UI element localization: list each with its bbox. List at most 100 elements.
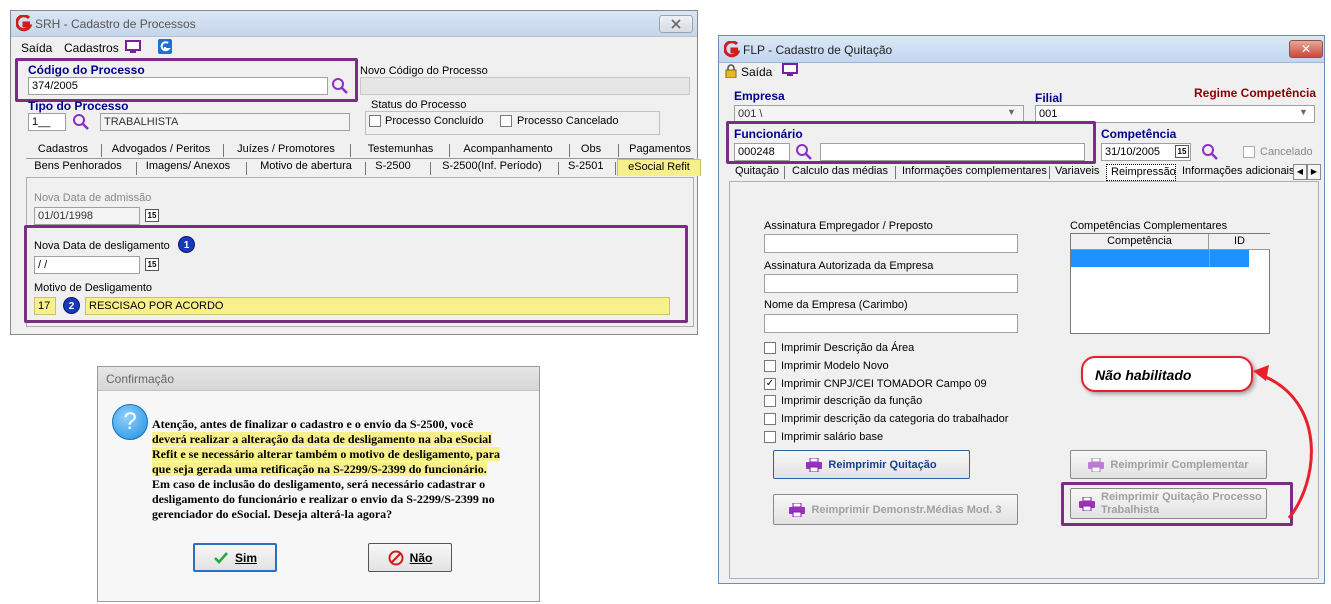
col-competencia-header[interactable]: Competência [1071,234,1209,250]
competencias-complementares-label: Competências Complementares [1070,220,1228,232]
filial-dropdown-icon[interactable]: ▼ [1299,107,1308,117]
chk-cnpj-tomador-label: Imprimir CNPJ/CEI TOMADOR Campo 09 [781,378,987,390]
empresa-dropdown-icon[interactable]: ▼ [1007,107,1016,117]
processo-cancelado-checkbox[interactable] [500,115,512,127]
chk-categoria-trabalhador-label: Imprimir descrição da categoria do traba… [781,413,1009,425]
flp-window: FLP - Cadastro de Quitação ✕ Saída Empre… [718,35,1325,584]
competencia-label: Competência [1101,127,1177,141]
srh-tabs-row1: Cadastros Advogados / Peritos Juízes / P… [28,142,693,159]
sim-label: Sim [234,550,257,565]
tab-scroll-left-button[interactable]: ◀ [1293,164,1307,180]
chk-modelo-novo-label: Imprimir Modelo Novo [781,360,889,372]
empresa-label: Empresa [734,89,785,103]
app-logo-icon [16,15,32,32]
competencia-calendar-icon[interactable]: 15 [1175,145,1189,158]
tipo-processo-desc: TRABALHISTA [100,113,350,131]
confirm-line-3: Refit e se necessário alterar também o m… [152,447,501,461]
tab-variaveis[interactable]: Variaveis [1051,164,1103,181]
tab-pagamentos[interactable]: Pagamentos [624,142,696,159]
chk-modelo-novo[interactable] [764,360,776,372]
confirm-dialog: Confirmação ? Atenção, antes de finaliza… [97,366,540,602]
nao-button[interactable]: Não [368,543,452,572]
tab-testemunhas[interactable]: Testemunhas [358,142,443,159]
reimprimir-demonstr-button[interactable]: Reimprimir Demonstr.Médias Mod. 3 [773,494,1018,525]
tab-reimpressao[interactable]: Reimpressão [1106,164,1176,181]
printer-icon [789,502,806,517]
srh-tabs-row2: Bens Penhorados Imagens/ Anexos Motivo d… [28,159,701,177]
table-row-selected[interactable] [1071,250,1249,267]
nao-habilitado-callout: Não habilitado [1081,356,1253,392]
processo-concluido-label: Processo Concluído [385,115,484,127]
cancelado-label: Cancelado [1260,146,1313,158]
srh-menu-saida[interactable]: Saída [21,41,52,55]
tab-motivo-abertura[interactable]: Motivo de abertura [250,159,362,176]
processo-cancelado-label: Processo Cancelado [517,115,619,127]
checkmark-icon [214,551,228,564]
tab-acompanhamento[interactable]: Acompanhamento [453,142,563,159]
nome-empresa-input[interactable] [764,314,1018,333]
flp-tabs: Quitação Calculo das médias Informações … [731,164,1321,181]
srh-menu-cadastros[interactable]: Cadastros [64,41,119,55]
assinatura-autorizada-label: Assinatura Autorizada da Empresa [764,260,934,272]
tab-s2501[interactable]: S-2501 [564,159,604,176]
no-entry-icon [388,550,404,565]
tab-bens-penhorados[interactable]: Bens Penhorados [28,159,128,176]
regime-competencia-label: Regime Competência [1194,86,1317,100]
tab-imagens-anexos[interactable]: Imagens/ Anexos [140,159,236,176]
tab-cadastros[interactable]: Cadastros [28,142,98,159]
competencias-table[interactable]: Competência ID [1070,233,1270,334]
processo-concluido-checkbox[interactable] [369,115,381,127]
tab-calculo-medias[interactable]: Calculo das médias [787,164,893,181]
sim-button[interactable]: Sim [193,543,277,572]
table-row-divider [1209,250,1210,267]
flp-titlebar: FLP - Cadastro de Quitação ✕ [719,36,1324,63]
tab-juizes[interactable]: Juízes / Promotores [230,142,342,159]
tab-informacoes-adicionais[interactable]: Informações adicionais [1178,164,1296,181]
col-id-header[interactable]: ID [1209,234,1270,250]
tipo-search-icon[interactable] [72,113,90,131]
close-icon [671,19,681,29]
flp-monitor-icon[interactable] [782,63,798,77]
desligamento-highlight [24,225,688,323]
competencia-search-icon[interactable] [1201,143,1219,161]
reimprimir-complementar-button[interactable]: Reimprimir Complementar [1070,450,1267,479]
reimprimir-complementar-label: Reimprimir Complementar [1110,458,1249,471]
chk-descricao-area[interactable] [764,342,776,354]
tab-informacoes-complementares[interactable]: Informações complementares [898,164,1047,181]
flp-title: FLP - Cadastro de Quitação [743,43,893,57]
reimprimir-quitacao-button[interactable]: Reimprimir Quitação [773,450,970,479]
lock-icon[interactable] [725,64,737,78]
esocial-icon[interactable] [158,39,172,54]
tab-advogados[interactable]: Advogados / Peritos [106,142,216,159]
chk-descricao-funcao[interactable] [764,395,776,407]
tipo-processo-code[interactable]: 1__ [28,113,66,131]
novo-codigo-input [360,77,690,95]
chk-salario-base[interactable] [764,431,776,443]
chk-salario-base-label: Imprimir salário base [781,431,884,443]
assinatura-empregador-input[interactable] [764,234,1018,253]
chk-descricao-funcao-label: Imprimir descrição da função [781,395,923,407]
chk-cnpj-tomador[interactable]: ✓ [764,378,776,390]
reimprimir-quitacao-label: Reimprimir Quitação [828,458,937,471]
chk-categoria-trabalhador[interactable] [764,413,776,425]
status-processo-label: Status do Processo [369,99,469,111]
reimprimir-demonstr-label: Reimprimir Demonstr.Médias Mod. 3 [811,503,1002,516]
filial-label: Filial [1035,91,1063,105]
tab-obs[interactable]: Obs [572,142,610,159]
tab-esocial-refit[interactable]: eSocial Refit [617,159,701,176]
nova-admissao-label: Nova Data de admissão [34,192,152,204]
nova-admissao-input: 01/01/1998 [34,207,140,225]
srh-close-button[interactable] [659,15,693,33]
tab-s2500[interactable]: S-2500 [368,159,418,176]
nao-label: Não [409,550,433,565]
assinatura-empregador-label: Assinatura Empregador / Preposto [764,220,933,232]
tab-quitacao[interactable]: Quitação [731,164,781,181]
confirm-line-1: Atenção, antes de finalizar o cadastro e… [152,417,474,431]
tab-scroll-right-button[interactable]: ▶ [1307,164,1321,180]
flp-close-button[interactable]: ✕ [1289,40,1323,58]
assinatura-autorizada-input[interactable] [764,274,1018,293]
tab-s2500-inf-periodo[interactable]: S-2500(Inf. Período) [434,159,550,176]
monitor-icon[interactable] [125,40,141,54]
flp-menu-saida[interactable]: Saída [741,65,772,79]
question-icon: ? [112,404,148,440]
